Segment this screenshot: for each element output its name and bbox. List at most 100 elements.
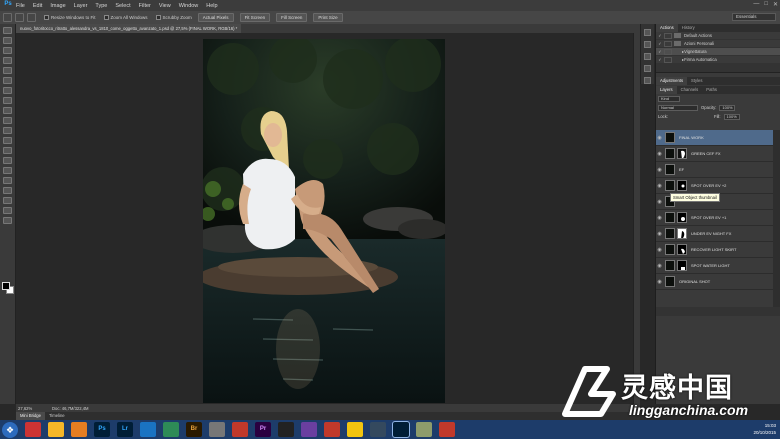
app-icon[interactable] [416, 422, 432, 437]
menu-layer[interactable]: Layer [74, 3, 88, 9]
layer-mask-thumbnail[interactable] [677, 228, 687, 239]
smart-object-thumbnail[interactable] [665, 244, 675, 255]
lasso-tool-icon[interactable] [3, 47, 12, 54]
app-icon[interactable] [370, 422, 386, 437]
menu-filter[interactable]: Filter [139, 3, 151, 9]
layer-row[interactable]: ◉ SPOT WATER LIGHT [656, 258, 773, 274]
visibility-eye-icon[interactable]: ◉ [656, 279, 663, 285]
layer-thumbnail[interactable] [665, 148, 675, 159]
fill-input[interactable]: 100% [723, 113, 740, 120]
gradient-tool-icon[interactable] [3, 137, 12, 144]
layer-row[interactable]: ◉ SPOT OVER EV +1 [656, 210, 773, 226]
crop-tool-icon[interactable] [3, 67, 12, 74]
document-size[interactable]: Doc: 46,7M/322,4M [52, 406, 89, 411]
visibility-eye-icon[interactable]: ◉ [656, 247, 663, 253]
layer-mask-thumbnail[interactable] [677, 148, 687, 159]
document-tab[interactable]: nuovo_fotoritocco_ritratto_alessandra_vs… [16, 24, 242, 33]
type-tool-icon[interactable] [3, 177, 12, 184]
smart-object-thumbnail[interactable] [665, 180, 675, 191]
layer-row[interactable]: ◉ RECOVER LIGHT SKIRT [656, 242, 773, 258]
visibility-eye-icon[interactable]: ◉ [656, 151, 663, 157]
menu-help[interactable]: Help [206, 3, 217, 9]
tab-actions[interactable]: Actions [656, 24, 678, 32]
browser-icon[interactable] [140, 422, 156, 437]
layer-row[interactable]: ◉ ORIGINAL SHOT [656, 274, 773, 290]
foreground-color-swatch[interactable] [2, 282, 10, 290]
app-icon[interactable] [209, 422, 225, 437]
fill-screen-button[interactable]: Fill Screen [276, 13, 308, 22]
pen-tool-icon[interactable] [3, 167, 12, 174]
layer-row[interactable]: ◉ UNDER EV NIGHT FX [656, 226, 773, 242]
layer-thumbnail[interactable] [665, 276, 675, 287]
tab-timeline[interactable]: Timeline [45, 412, 69, 420]
action-row[interactable]: ✓ Azioni Personali [656, 40, 780, 48]
premiere-taskbar-icon[interactable]: Pr [255, 422, 271, 437]
info-panel-icon[interactable] [644, 77, 651, 84]
start-button-icon[interactable]: ❖ [2, 421, 18, 438]
smart-object-thumbnail[interactable] [665, 212, 675, 223]
tab-paths[interactable]: Paths [702, 86, 721, 94]
scrubby-zoom-checkbox[interactable]: Scrubby Zoom [155, 15, 192, 20]
brush-tool-icon[interactable] [3, 97, 12, 104]
actual-pixels-button[interactable]: Actual Pixels [197, 13, 234, 22]
path-select-tool-icon[interactable] [3, 187, 12, 194]
layer-kind-filter[interactable]: Kind [658, 95, 680, 102]
layer-row[interactable]: ◉ GREEN CEF FX [656, 146, 773, 162]
layer-mask-thumbnail[interactable] [677, 180, 687, 191]
visibility-eye-icon[interactable]: ◉ [656, 231, 663, 237]
menu-select[interactable]: Select [115, 3, 130, 9]
layer-mask-thumbnail[interactable] [677, 260, 687, 271]
tab-history[interactable]: History [678, 24, 699, 32]
zoom-level[interactable]: 27,62% [18, 406, 44, 411]
history-panel-icon[interactable] [644, 29, 651, 36]
action-row[interactable]: ✓ Default Actions [656, 32, 780, 40]
layer-thumbnail[interactable] [665, 164, 675, 175]
visibility-eye-icon[interactable]: ◉ [656, 183, 663, 189]
zoom-tool-icon[interactable] [3, 13, 12, 22]
tab-channels[interactable]: Channels [677, 86, 703, 94]
dodge-tool-icon[interactable] [3, 157, 12, 164]
zoom-all-windows-checkbox[interactable]: Zoom All Windows [103, 15, 148, 20]
opacity-input[interactable]: 100% [719, 104, 736, 111]
paragraph-panel-icon[interactable] [644, 65, 651, 72]
tab-adjustments[interactable]: Adjustments [656, 77, 688, 85]
app-icon[interactable] [347, 422, 363, 437]
media-player-icon[interactable] [71, 422, 87, 437]
tab-layers[interactable]: Layers [656, 86, 677, 94]
visibility-eye-icon[interactable]: ◉ [656, 263, 663, 269]
smart-object-thumbnail[interactable] [665, 260, 675, 271]
visibility-eye-icon[interactable]: ◉ [656, 199, 663, 205]
menu-window[interactable]: Window [179, 3, 199, 9]
action-row[interactable]: ✓ ▸ Vignettatura [656, 48, 780, 56]
photoshop-taskbar-icon[interactable]: Ps [94, 422, 110, 437]
menu-file[interactable]: File [16, 3, 25, 9]
menu-edit[interactable]: Edit [33, 3, 42, 9]
app-icon[interactable] [232, 422, 248, 437]
action-row[interactable]: ✓ ▸ Firma Automatica [656, 56, 780, 64]
layer-mask-thumbnail[interactable] [677, 244, 687, 255]
layer-row[interactable]: ◉ FINAL WORK [656, 130, 773, 146]
resize-windows-checkbox[interactable]: Resize Windows to Fit [44, 15, 96, 20]
blend-mode-select[interactable]: Normal [658, 104, 698, 111]
tab-styles[interactable]: Styles [687, 77, 706, 85]
properties-panel-icon[interactable] [644, 41, 651, 48]
shape-tool-icon[interactable] [3, 197, 12, 204]
menu-view[interactable]: View [159, 3, 171, 9]
zoom-tool-icon-panel[interactable] [3, 217, 12, 224]
app-icon[interactable] [278, 422, 294, 437]
character-panel-icon[interactable] [644, 53, 651, 60]
visibility-eye-icon[interactable]: ◉ [656, 167, 663, 173]
quick-select-tool-icon[interactable] [3, 57, 12, 64]
zoom-in-icon[interactable] [15, 13, 24, 22]
visibility-eye-icon[interactable]: ◉ [656, 135, 663, 141]
menu-type[interactable]: Type [95, 3, 107, 9]
smart-object-thumbnail[interactable] [665, 228, 675, 239]
history-brush-tool-icon[interactable] [3, 117, 12, 124]
document-canvas-photo[interactable] [203, 39, 445, 403]
eraser-tool-icon[interactable] [3, 127, 12, 134]
app-icon[interactable] [301, 422, 317, 437]
layers-scrollbar[interactable] [773, 130, 780, 307]
app-icon[interactable] [439, 422, 455, 437]
close-button[interactable]: ✕ [773, 1, 778, 8]
maximize-button[interactable]: □ [764, 1, 768, 8]
